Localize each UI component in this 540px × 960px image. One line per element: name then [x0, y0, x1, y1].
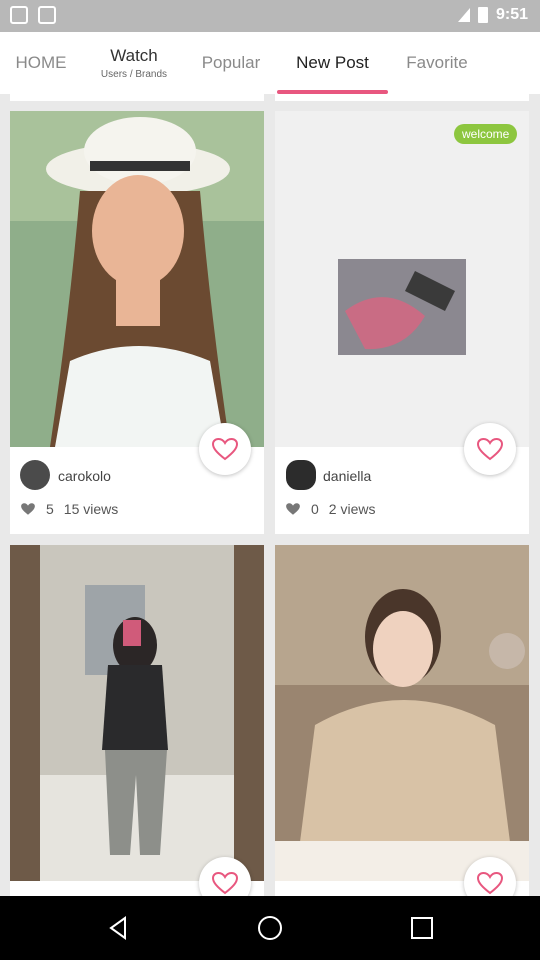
signal-icon	[457, 8, 470, 22]
tab-label: Popular	[201, 53, 261, 72]
back-icon	[109, 916, 126, 940]
notification-icon	[10, 6, 28, 24]
avatar[interactable]	[20, 460, 50, 490]
card-edge	[275, 94, 529, 101]
tab-sublabel: Users / Brands	[100, 69, 168, 80]
like-count: 0	[311, 501, 319, 517]
tab-label: HOME	[15, 53, 67, 72]
username[interactable]: carokolo	[58, 468, 111, 484]
post-card[interactable]	[275, 545, 529, 909]
notification-icon	[38, 6, 56, 24]
like-button[interactable]	[464, 423, 516, 475]
post-card[interactable]	[10, 545, 264, 909]
heart-icon	[286, 503, 300, 515]
like-count: 5	[46, 501, 54, 517]
battery-icon	[477, 7, 488, 23]
tab-label: New Post	[296, 53, 369, 72]
home-icon	[258, 916, 282, 940]
tab-label: Favorite	[406, 53, 468, 72]
heart-icon	[476, 437, 504, 461]
post-stats: 0 2 views	[285, 501, 375, 517]
tab-home[interactable]: HOME	[0, 32, 82, 94]
avatar[interactable]	[286, 460, 316, 490]
view-count: 15 views	[63, 501, 119, 517]
tab-label: Watch	[110, 46, 158, 65]
back-button[interactable]	[58, 896, 178, 960]
heart-icon	[21, 503, 35, 515]
post-photo[interactable]	[10, 545, 264, 881]
like-button[interactable]	[199, 423, 251, 475]
post-photo[interactable]	[275, 545, 529, 881]
heart-icon	[476, 871, 504, 895]
status-bar: 9:51	[0, 0, 540, 32]
clock: 9:51	[495, 6, 528, 23]
post-card[interactable]: carokolo 5 15 views	[10, 111, 264, 534]
post-photo[interactable]	[10, 111, 264, 447]
recents-icon	[411, 917, 433, 939]
tab-bar: HOME Watch Users / Brands Popular New Po…	[0, 32, 540, 94]
heart-icon	[211, 437, 239, 461]
post-stats: 5 15 views	[20, 501, 118, 517]
recents-button[interactable]	[362, 896, 482, 960]
card-edge	[10, 94, 264, 101]
tab-new-post[interactable]: New Post	[277, 32, 388, 94]
username[interactable]: daniella	[323, 468, 371, 484]
welcome-badge: welcome	[454, 124, 518, 144]
post-card[interactable]: welcome daniella 0 2 views	[275, 111, 529, 534]
home-button[interactable]	[210, 896, 330, 960]
system-nav-bar	[0, 896, 540, 960]
tab-favorite[interactable]: Favorite	[390, 32, 484, 94]
post-photo[interactable]	[275, 111, 529, 447]
heart-icon	[211, 871, 239, 895]
view-count: 2 views	[328, 501, 376, 517]
tab-popular[interactable]: Popular	[186, 32, 276, 94]
tab-watch[interactable]: Watch Users / Brands	[82, 32, 186, 94]
